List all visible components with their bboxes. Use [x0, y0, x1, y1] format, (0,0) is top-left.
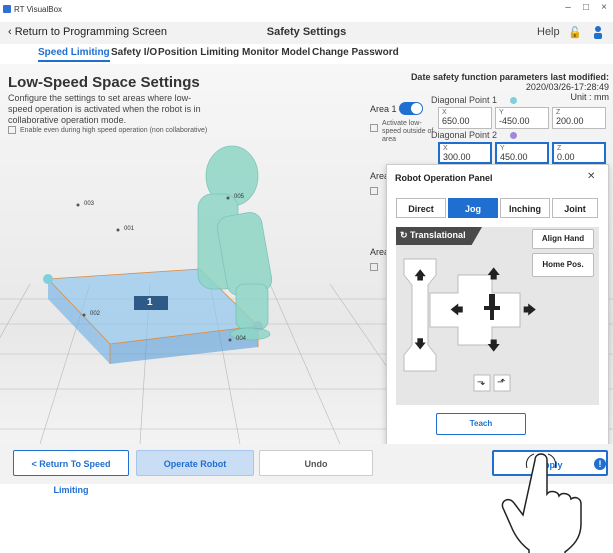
panel-tab-direct[interactable]: Direct [396, 198, 446, 218]
area2-checkbox[interactable] [370, 187, 378, 195]
marker-label: 004 [236, 336, 247, 342]
tab-monitor-model[interactable]: Monitor Model [242, 47, 310, 58]
teach-button[interactable]: Teach [436, 413, 526, 435]
x-left-arrow-icon[interactable]: 🡄 [450, 301, 463, 323]
x-right-arrow-icon[interactable]: 🡆 [523, 301, 536, 323]
section-title: Low-Speed Space Settings [8, 74, 200, 91]
panel-close-icon[interactable]: ✕ [587, 171, 595, 182]
point2-color-icon [510, 132, 517, 139]
panel-tab-jog[interactable]: Jog [448, 198, 498, 218]
undo-button[interactable]: Undo [259, 450, 373, 476]
point1-y-field[interactable]: Y -450.00 [495, 107, 549, 129]
marker-label: 003 [84, 201, 95, 207]
high-speed-checkbox[interactable] [8, 126, 16, 134]
hand-pointer-icon [501, 453, 582, 553]
point1-z-field[interactable]: Z 200.00 [552, 107, 606, 129]
y-down-arrow-icon[interactable]: 🡇 [487, 337, 500, 359]
window-title-bar: RT VisualBox – □ × [0, 0, 613, 22]
point2-label: Diagonal Point 2 [431, 130, 498, 140]
area-number-label: 1 [147, 297, 153, 308]
app-name: RT VisualBox [14, 5, 63, 14]
operate-robot-button[interactable]: Operate Robot [136, 450, 254, 476]
translational-label: ↻ Translational [400, 230, 466, 240]
mode-indicator[interactable]: ↻ Translational [396, 227, 482, 245]
panel-tab-joint[interactable]: Joint [552, 198, 598, 218]
activate-outside-label: Activate low-speed outside of area [382, 120, 434, 143]
header-bar: Safety Settings ‹ Return to Programming … [0, 22, 613, 45]
tool-flange-icon [484, 294, 500, 320]
area1-toggle[interactable] [399, 102, 423, 115]
align-hand-button[interactable]: Align Hand [532, 229, 594, 249]
help-link[interactable]: Help [537, 26, 560, 38]
maximize-button[interactable]: □ [578, 2, 594, 13]
high-speed-checkbox-row[interactable]: Enable even during high speed operation … [8, 126, 207, 134]
marker-label: 005 [234, 194, 245, 200]
robot-operation-panel: Robot Operation Panel ✕ Direct Jog Inchi… [386, 164, 609, 448]
y-up-arrow-icon[interactable]: 🡅 [487, 265, 500, 287]
last-modified-label: Date safety function parameters last mod… [410, 72, 609, 82]
tab-bar: Speed Limiting Safety I/O Position Limit… [0, 44, 613, 64]
back-button[interactable]: ‹ Return to Programming Screen [8, 26, 167, 38]
point1-label: Diagonal Point 1 [431, 95, 498, 105]
toggle-knob [411, 103, 422, 114]
tab-change-password[interactable]: Change Password [312, 47, 399, 58]
app-logo-icon [3, 5, 11, 13]
point1-color-icon [510, 97, 517, 104]
tab-safety-io[interactable]: Safety I/O [111, 47, 157, 58]
section-description: Configure the settings to set areas wher… [8, 93, 201, 125]
last-modified-date: 2020/03/26-17:28:49 [525, 82, 609, 92]
z-up-arrow-icon[interactable]: 🡅 [414, 266, 426, 287]
tab-speed-limiting[interactable]: Speed Limiting [38, 47, 110, 62]
point2-x-field[interactable]: X 300.00 [438, 142, 492, 164]
area1-label: Area 1 [370, 104, 397, 114]
activate-outside-checkbox[interactable] [370, 124, 378, 132]
chevron-left-icon: ‹ [8, 26, 12, 38]
tab-position-limiting[interactable]: Position Limiting [158, 47, 239, 58]
panel-tab-inching[interactable]: Inching [500, 198, 550, 218]
close-window-button[interactable]: × [596, 2, 612, 13]
z-down-arrow-icon[interactable]: 🡇 [414, 335, 426, 356]
return-to-speed-limiting-button[interactable]: < Return To Speed Limiting [13, 450, 129, 495]
marker-label: 002 [90, 311, 101, 317]
lock-icon[interactable]: 🔓 [568, 26, 582, 39]
user-icon[interactable] [592, 25, 602, 39]
back-label: Return to Programming Screen [14, 26, 167, 38]
gripper-close-icon[interactable]: ⬏ [497, 377, 505, 388]
minimize-button[interactable]: – [560, 2, 576, 13]
info-icon: ! [594, 458, 606, 470]
area3-checkbox[interactable] [370, 263, 378, 271]
point2-z-field[interactable]: Z 0.00 [552, 142, 606, 164]
high-speed-checkbox-label: Enable even during high speed operation … [20, 126, 208, 134]
point2-y-field[interactable]: Y 450.00 [495, 142, 549, 164]
marker-label: 001 [124, 226, 135, 232]
panel-title: Robot Operation Panel [395, 173, 493, 183]
gripper-open-icon[interactable]: ⬎ [477, 377, 485, 388]
point1-x-field[interactable]: X 650.00 [438, 107, 492, 129]
